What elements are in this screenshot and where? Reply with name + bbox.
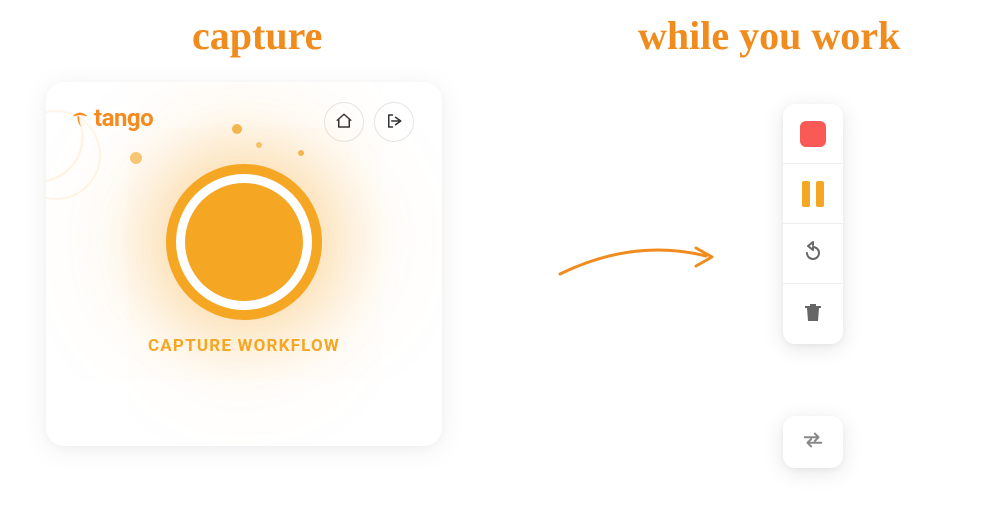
capture-record-button[interactable] <box>166 164 322 320</box>
exit-button[interactable] <box>374 102 414 142</box>
decorative-dot <box>232 124 242 134</box>
arrow-icon <box>554 228 724 288</box>
swap-icon <box>802 429 824 455</box>
stop-icon <box>800 121 826 147</box>
swap-button[interactable] <box>783 416 843 468</box>
decorative-dot <box>130 152 142 164</box>
heading-while-you-work: while you work <box>638 12 900 59</box>
undo-icon <box>801 240 825 268</box>
delete-button[interactable] <box>783 284 843 344</box>
tango-logo-icon <box>70 108 90 128</box>
home-icon <box>335 112 353 133</box>
recording-toolbar <box>783 104 843 344</box>
stop-button[interactable] <box>783 104 843 164</box>
decorative-dot <box>256 142 262 148</box>
capture-label: CAPTURE WORKFLOW <box>46 336 442 356</box>
pause-button[interactable] <box>783 164 843 224</box>
pause-icon <box>802 181 824 207</box>
logo: tango <box>70 104 153 132</box>
heading-capture: capture <box>192 12 322 59</box>
decorative-dot <box>298 150 304 156</box>
logo-text: tango <box>94 104 153 132</box>
home-button[interactable] <box>324 102 364 142</box>
exit-icon <box>385 112 403 133</box>
record-icon <box>185 183 303 301</box>
trash-icon <box>801 300 825 328</box>
capture-card: tango CAPTURE WORKFLOW <box>46 82 442 446</box>
undo-button[interactable] <box>783 224 843 284</box>
